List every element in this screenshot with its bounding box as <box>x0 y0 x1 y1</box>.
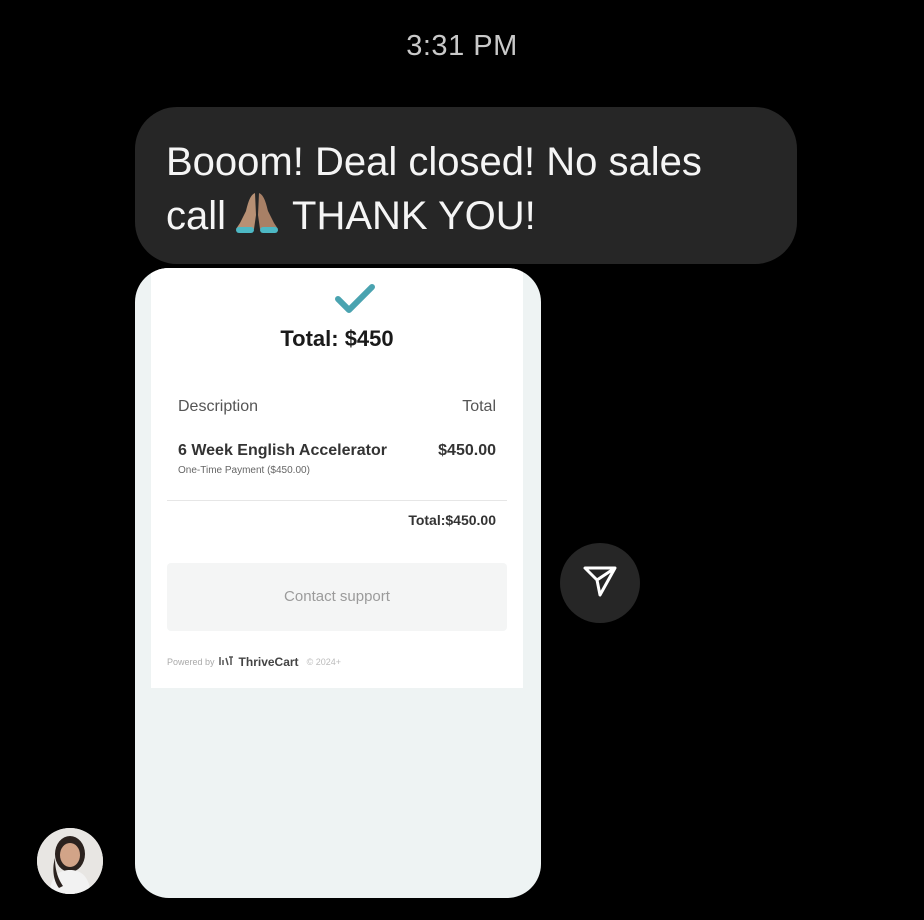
powered-by-footer: Powered by ThriveCart © 2024+ <box>167 655 341 669</box>
copyright: © 2024+ <box>306 657 341 667</box>
column-total: Total <box>462 398 496 415</box>
column-description: Description <box>178 398 259 415</box>
receipt-panel: Total: $450 Description Total 6 Week Eng… <box>151 268 523 688</box>
folded-hands-icon <box>228 189 286 249</box>
item-payment-note: One-Time Payment ($450.00) <box>178 465 310 476</box>
contact-support-button[interactable]: Contact support <box>167 563 507 631</box>
receipt-image-card[interactable]: Total: $450 Description Total 6 Week Eng… <box>135 268 541 898</box>
powered-by-label: Powered by <box>167 657 215 667</box>
brand-name: ThriveCart <box>238 655 299 669</box>
share-button[interactable] <box>560 543 640 623</box>
thrivecart-logo-icon <box>218 655 235 669</box>
receipt-total-title: Total: $450 <box>280 326 394 351</box>
grand-total: Total:$450.00 <box>408 512 496 528</box>
message-line-2-end: THANK YOU! <box>292 194 536 238</box>
divider <box>167 500 507 501</box>
message-line-1: Booom! Deal closed! No sales <box>166 140 702 184</box>
message-text: Booom! Deal closed! No sales call THANK … <box>166 135 767 249</box>
message-line-2-start: call <box>166 194 227 238</box>
item-name: 6 Week English Accelerator <box>178 442 387 459</box>
checkmark-icon <box>335 284 375 319</box>
message-timestamp: 3:31 PM <box>406 30 518 62</box>
item-amount: $450.00 <box>438 442 496 459</box>
message-bubble[interactable]: Booom! Deal closed! No sales call THANK … <box>135 107 797 264</box>
user-avatar[interactable] <box>37 828 103 894</box>
paper-plane-icon <box>582 564 618 603</box>
